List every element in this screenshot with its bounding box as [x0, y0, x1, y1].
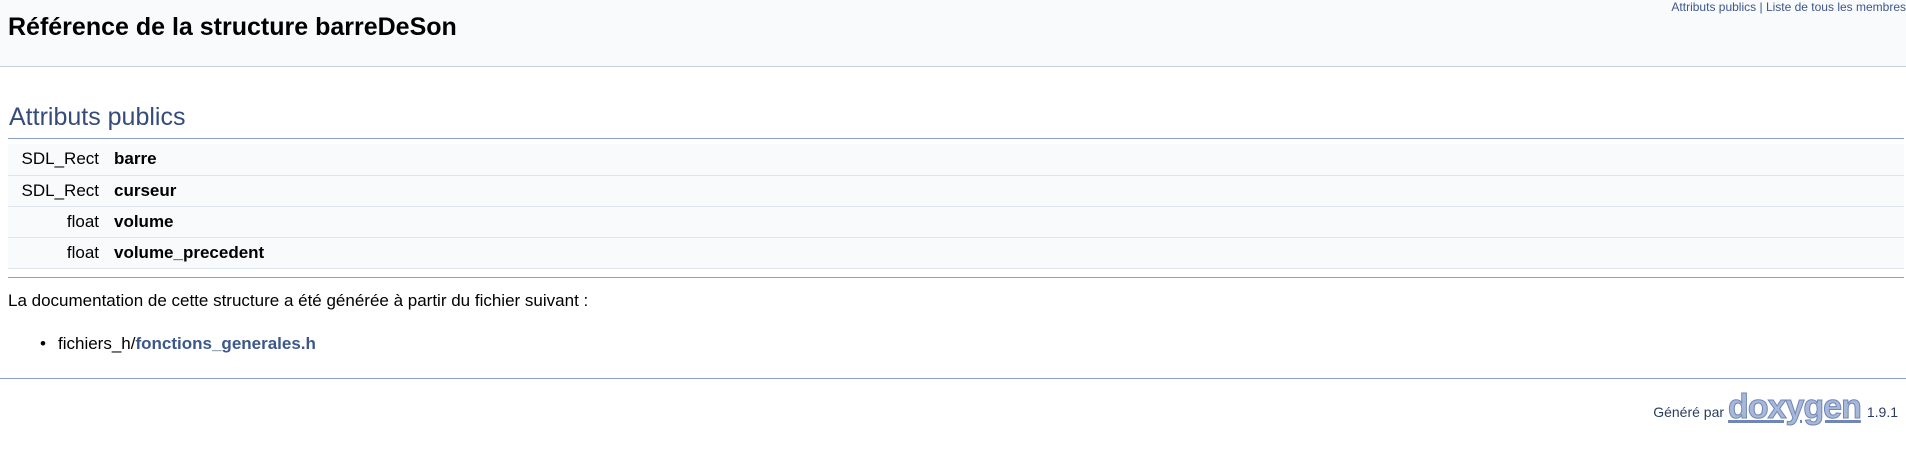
section-heading-public-attributes: Attributs publics	[9, 103, 186, 131]
section-divider	[8, 138, 1904, 139]
generated-by-label: Généré par	[1653, 404, 1725, 420]
summary-links: Attributs publics | Liste de tous les me…	[1671, 0, 1906, 14]
summary-separator: |	[1759, 0, 1763, 14]
member-name[interactable]: volume	[104, 206, 1904, 237]
member-name[interactable]: barre	[104, 144, 1904, 175]
member-table: SDL_Rect barre SDL_Rect curseur float vo…	[8, 144, 1904, 269]
page-title: Référence de la structure barreDeSon	[8, 13, 457, 41]
public-attributes-link[interactable]: Attributs publics	[1671, 0, 1756, 14]
page-header: Attributs publics | Liste de tous les me…	[0, 0, 1906, 67]
documentation-intro: La documentation de cette structure a ét…	[8, 291, 589, 310]
member-row: SDL_Rect barre	[8, 144, 1904, 175]
member-type: float	[66, 211, 99, 231]
member-type: SDL_Rect	[21, 149, 99, 169]
footer-divider	[0, 378, 1906, 379]
member-row: float volume_precedent	[8, 237, 1904, 268]
member-name[interactable]: volume_precedent	[104, 237, 1904, 268]
member-row: SDL_Rect curseur	[8, 175, 1904, 206]
all-members-link[interactable]: Liste de tous les membres	[1766, 0, 1906, 14]
member-type: SDL_Rect	[21, 180, 99, 200]
members-divider	[8, 277, 1904, 278]
member-name[interactable]: curseur	[104, 175, 1904, 206]
file-link[interactable]: fonctions_generales.h	[135, 334, 315, 353]
member-type: float	[66, 242, 99, 262]
bullet-icon: •	[40, 334, 46, 353]
file-dir: fichiers_h/	[58, 334, 136, 353]
doxygen-logo[interactable]: doxygen	[1728, 390, 1863, 425]
footer: Généré par doxygen 1.9.1	[1653, 390, 1898, 425]
file-list: • fichiers_h/fonctions_generales.h	[40, 334, 316, 354]
member-row: float volume	[8, 206, 1904, 237]
doxygen-version: 1.9.1	[1866, 404, 1898, 420]
